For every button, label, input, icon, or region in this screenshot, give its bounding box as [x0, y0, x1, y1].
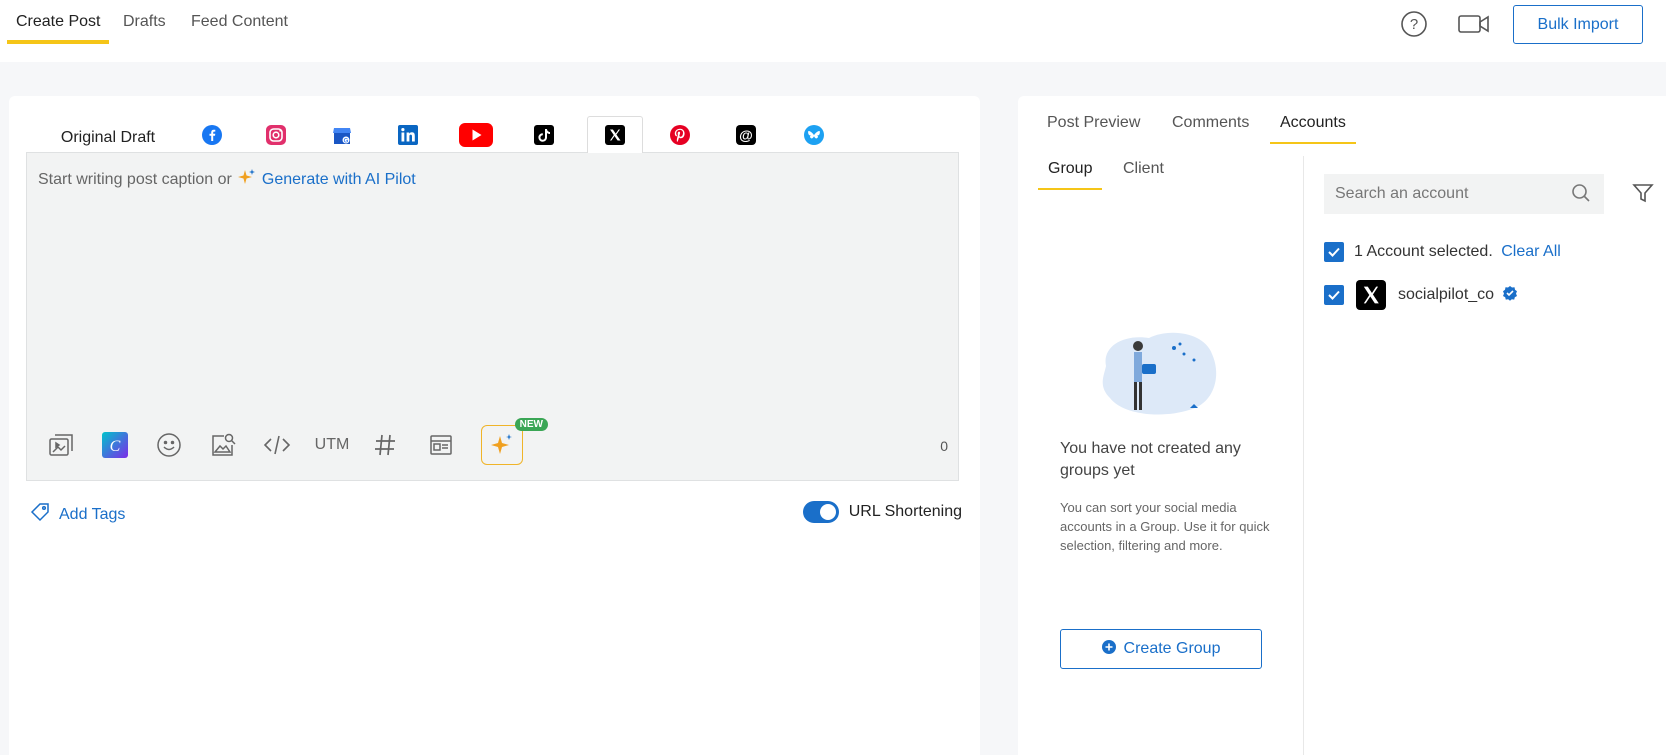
account-checkbox[interactable] [1324, 285, 1344, 305]
pinterest-icon[interactable] [657, 116, 703, 153]
tab-post-preview[interactable]: Post Preview [1037, 114, 1150, 144]
linkedin-icon[interactable] [385, 116, 431, 153]
tab-drafts[interactable]: Drafts [114, 12, 175, 44]
empty-groups-title: You have not created any groups yet [1060, 440, 1241, 479]
tab-comments[interactable]: Comments [1162, 114, 1259, 144]
tab-create-post[interactable]: Create Post [7, 12, 110, 44]
placeholder-text: Start writing post caption or [38, 170, 232, 188]
ai-sparkle-icon [237, 168, 256, 191]
add-tags-button[interactable]: Add Tags [29, 501, 125, 528]
character-count: 0 [940, 438, 948, 454]
google-business-icon[interactable]: G [319, 116, 365, 153]
search-icon[interactable] [1570, 182, 1594, 206]
url-shortening-label: URL Shortening [848, 503, 962, 520]
account-row[interactable]: socialpilot_co [1324, 280, 1518, 310]
select-all-checkbox[interactable] [1324, 242, 1344, 262]
svg-text:C: C [110, 438, 121, 455]
bluesky-icon[interactable] [791, 116, 837, 153]
template-icon[interactable] [421, 425, 461, 465]
empty-groups-illustration [1094, 326, 1224, 426]
selection-count-text: 1 Account selected. [1354, 243, 1493, 260]
tab-original-draft[interactable]: Original Draft [27, 116, 189, 153]
utm-button[interactable]: UTM [309, 425, 355, 465]
facebook-icon[interactable] [189, 116, 235, 153]
hashtag-icon[interactable] [365, 425, 405, 465]
verified-badge-icon [1502, 285, 1518, 306]
tag-icon [29, 501, 51, 528]
code-icon[interactable] [257, 425, 297, 465]
create-group-label: Create Group [1123, 640, 1221, 657]
canva-icon[interactable]: C [95, 425, 135, 465]
media-library-icon[interactable] [41, 425, 81, 465]
composer-panel: Original Draft G @ Start writing post ca… [9, 96, 980, 755]
tab-feed-content[interactable]: Feed Content [182, 12, 297, 44]
bulk-import-button[interactable]: Bulk Import [1513, 5, 1643, 44]
platform-tabs: Original Draft G @ [27, 116, 959, 153]
filter-icon[interactable] [1632, 182, 1656, 206]
caption-placeholder: Start writing post caption or Generate w… [38, 168, 416, 191]
generate-ai-pilot-link[interactable]: Generate with AI Pilot [262, 171, 416, 189]
svg-text:?: ? [1410, 16, 1418, 33]
threads-icon[interactable]: @ [723, 116, 769, 153]
plus-circle-icon [1101, 639, 1116, 659]
x-icon[interactable] [587, 116, 643, 153]
top-bar: Create Post Drafts Feed Content ? Bulk I… [0, 0, 1666, 62]
add-tags-label: Add Tags [59, 505, 126, 523]
account-name: socialpilot_co [1398, 286, 1495, 303]
instagram-icon[interactable] [253, 116, 299, 153]
panel-divider [1303, 156, 1304, 755]
empty-groups-description: You can sort your social media accounts … [1060, 500, 1270, 553]
tab-accounts[interactable]: Accounts [1270, 114, 1356, 144]
svg-text:@: @ [739, 127, 753, 143]
right-panel: Post Preview Comments Accounts Group Cli… [1018, 96, 1666, 755]
subtab-group[interactable]: Group [1038, 160, 1103, 190]
tiktok-icon[interactable] [521, 116, 567, 153]
emoji-icon[interactable] [149, 425, 189, 465]
clear-all-link[interactable]: Clear All [1501, 243, 1561, 260]
help-circle-icon[interactable]: ? [1400, 10, 1428, 38]
create-group-button[interactable]: Create Group [1060, 629, 1262, 669]
selection-summary: 1 Account selected. Clear All [1324, 242, 1561, 262]
caption-editor[interactable]: Start writing post caption or Generate w… [26, 152, 959, 481]
youtube-icon[interactable] [449, 116, 503, 153]
new-badge: NEW [514, 418, 548, 431]
x-account-avatar [1356, 280, 1386, 310]
subtab-client[interactable]: Client [1113, 160, 1174, 190]
svg-text:G: G [344, 138, 349, 144]
ai-pilot-button[interactable]: NEW [481, 418, 548, 465]
video-camera-icon[interactable] [1458, 12, 1490, 36]
url-shortening-control: URL Shortening [802, 501, 962, 523]
url-shortening-toggle[interactable] [802, 501, 839, 523]
account-search-input[interactable] [1324, 174, 1604, 214]
image-search-icon[interactable] [203, 425, 243, 465]
